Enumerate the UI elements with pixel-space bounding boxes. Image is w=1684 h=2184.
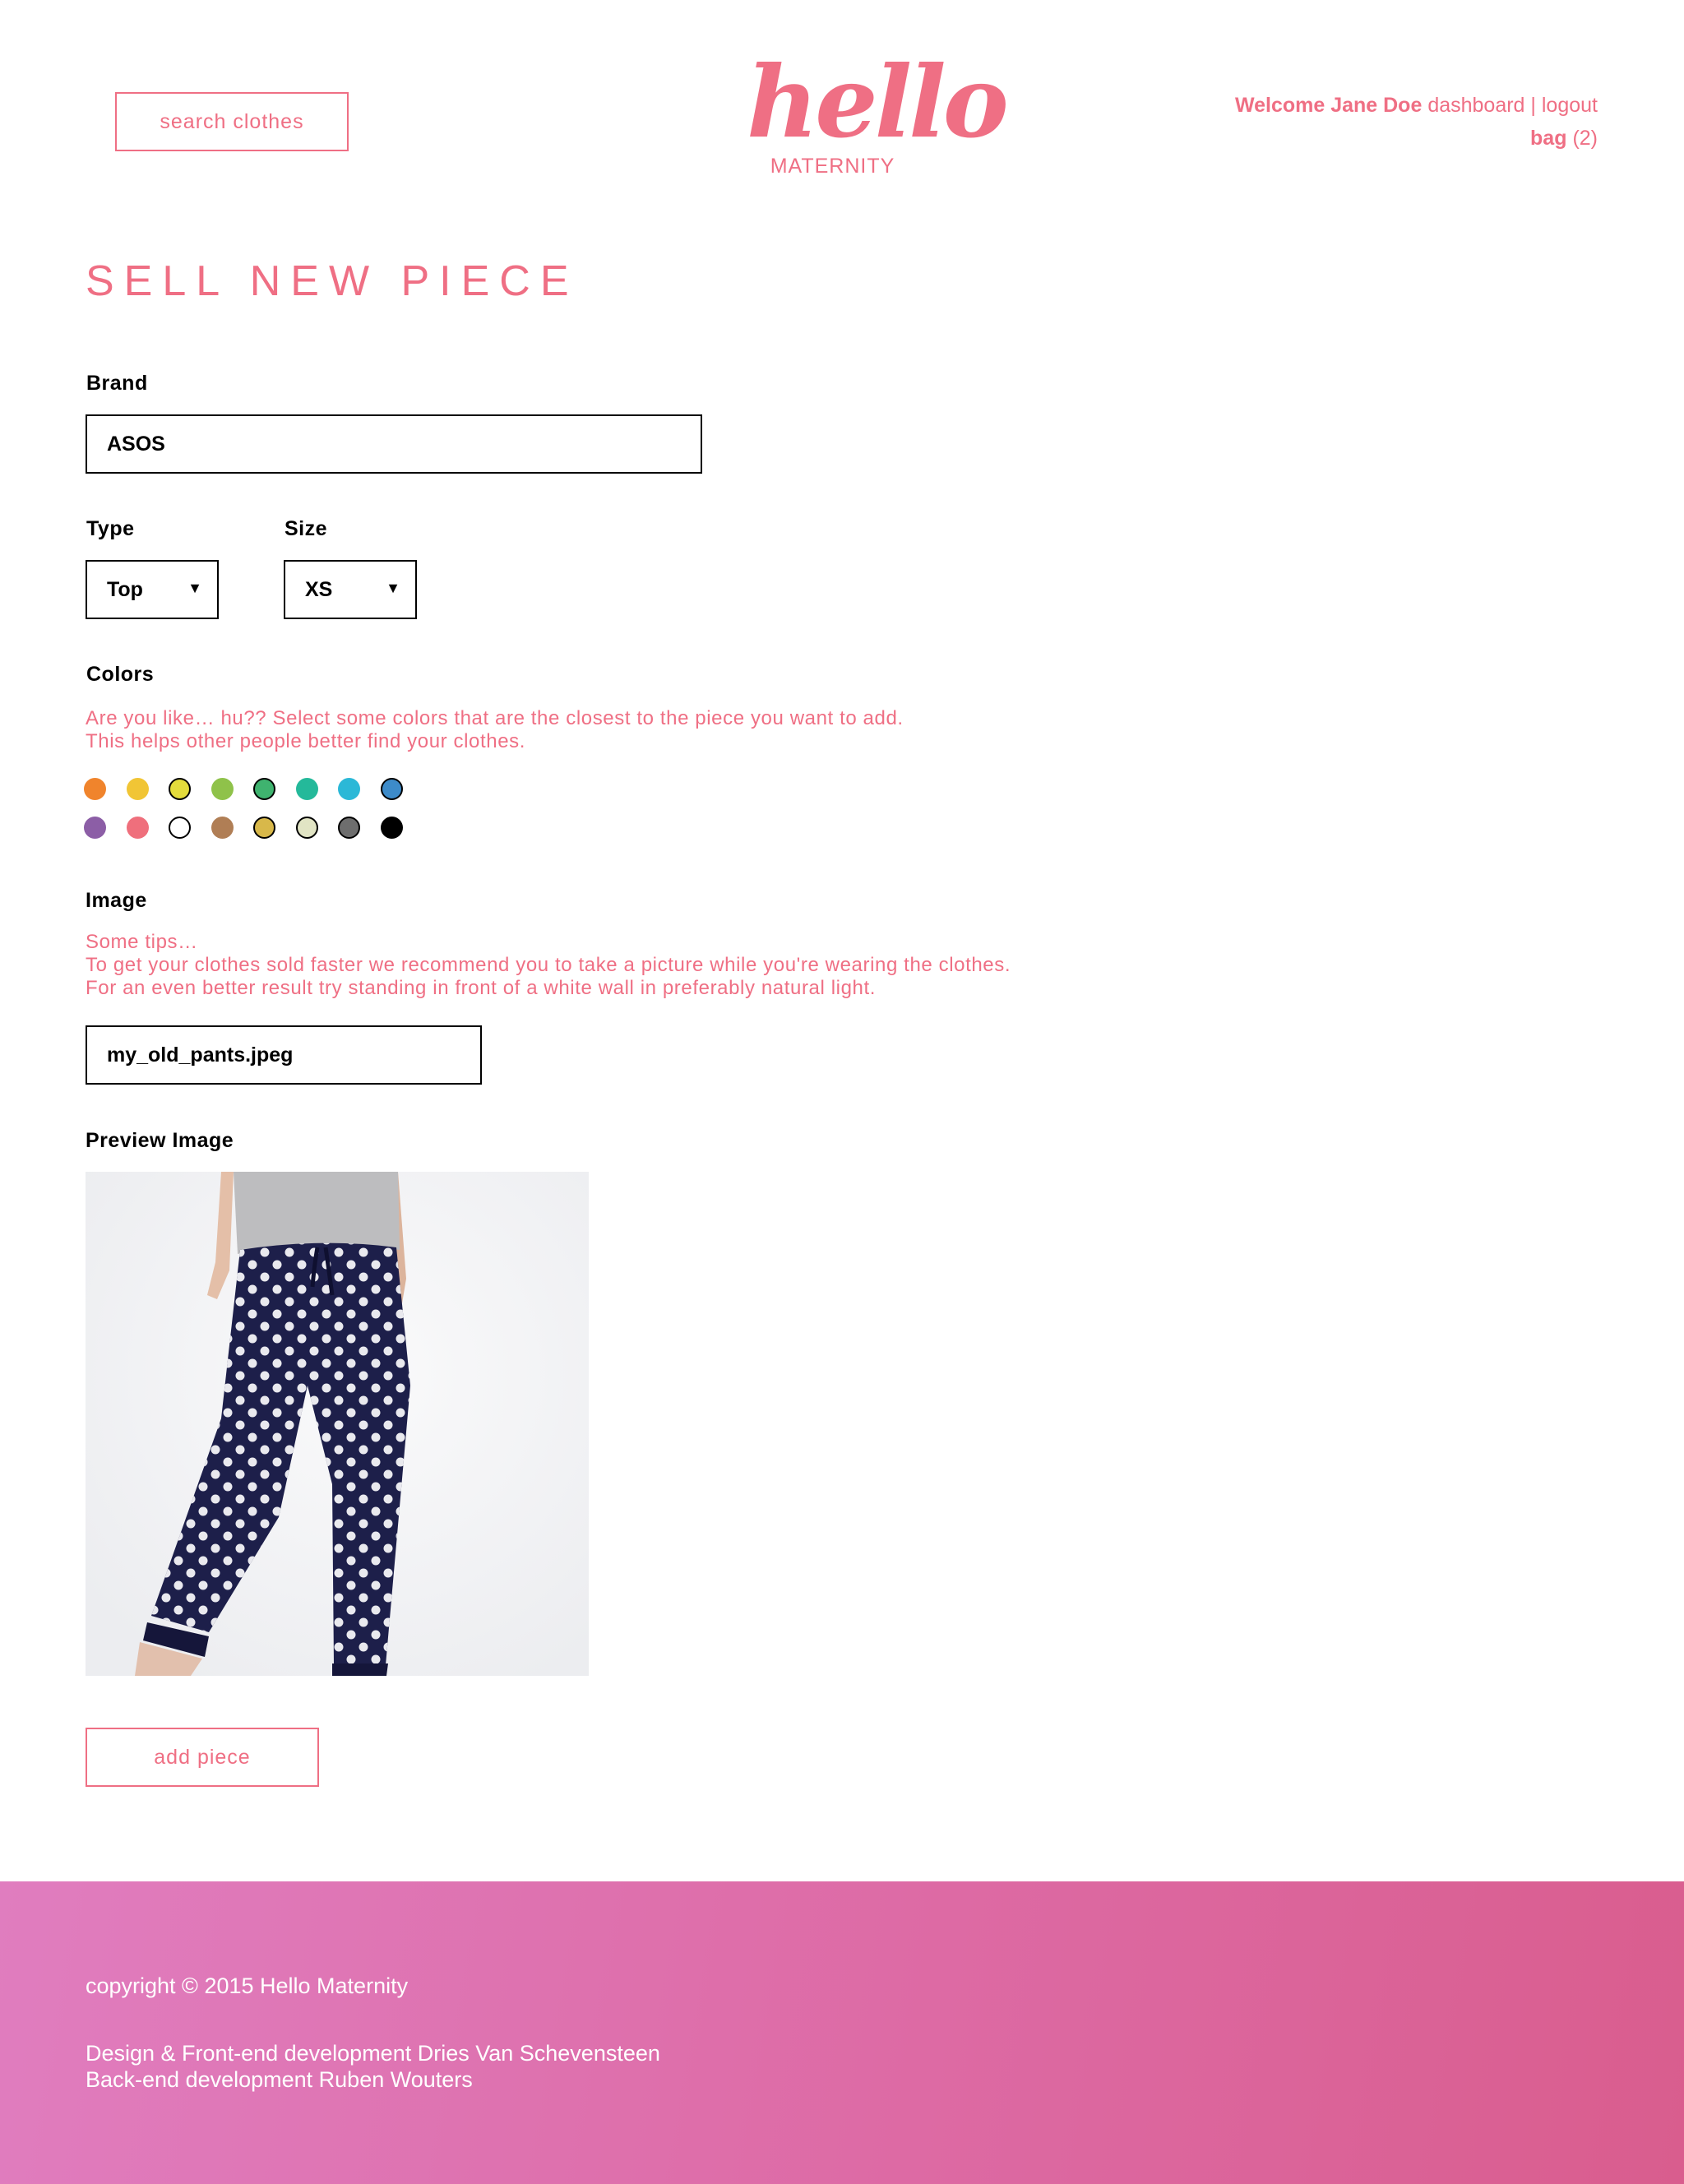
color-swatch[interactable] [169,817,191,839]
brand-label: Brand [86,372,148,395]
type-label: Type [86,517,135,540]
image-tips: Some tips… To get your clothes sold fast… [86,931,1011,1000]
bag-label: bag [1530,127,1567,150]
color-swatch[interactable] [84,778,106,800]
logo-word: hello [747,44,1009,160]
image-tip-line: To get your clothes sold faster we recom… [86,954,1011,976]
color-swatch[interactable] [210,817,234,839]
footer-credit-backend: Back-end development Ruben Wouters [86,2067,473,2092]
color-swatch[interactable] [253,817,275,839]
color-swatch[interactable] [169,778,191,800]
brand-input[interactable]: ASOS [86,414,702,474]
bag-count: (2) [1572,127,1598,150]
size-label: Size [285,517,328,540]
image-file-input[interactable]: my_old_pants.jpeg [86,1025,482,1085]
menu-separator: | [1530,94,1536,117]
color-swatch[interactable] [253,778,275,800]
bag-link[interactable]: bag (2) [1235,122,1598,155]
type-select[interactable]: Top ▼ [86,560,219,619]
colors-help-line: Are you like… hu?? Select some colors th… [86,707,904,729]
image-label: Image [86,889,147,912]
logout-link[interactable]: logout [1542,94,1598,117]
user-menu: Welcome Jane Doe dashboard | logout bag … [1235,89,1598,155]
color-swatch[interactable] [380,778,403,800]
search-clothes-button[interactable]: search clothes [115,92,349,151]
color-swatch[interactable] [295,778,318,800]
size-value: XS [305,577,333,601]
colors-help-line: This helps other people better find your… [86,730,526,752]
dropdown-arrow-icon: ▼ [386,580,400,596]
welcome-text: Welcome Jane Doe [1234,94,1423,117]
colors-help: Are you like… hu?? Select some colors th… [86,707,904,753]
preview-image [86,1172,589,1676]
footer: copyright © 2015 Hello Maternity Design … [0,1881,1684,2184]
size-select[interactable]: XS ▼ [284,560,417,619]
color-swatch[interactable] [126,817,149,839]
color-swatch[interactable] [210,778,234,800]
page-title: SELL NEW PIECE [86,257,579,305]
logo-subtitle: MATERNITY [770,155,895,178]
dashboard-link[interactable]: dashboard [1427,94,1524,117]
footer-credit-design: Design & Front-end development Dries Van… [86,2041,660,2066]
footer-copyright: copyright © 2015 Hello Maternity [86,1973,409,1998]
color-swatch[interactable] [84,817,106,839]
image-tip-line: Some tips… [86,931,198,953]
hello-maternity-logo[interactable]: hello MATERNITY [740,49,1009,181]
color-swatch[interactable] [295,817,318,839]
add-piece-button[interactable]: add piece [86,1728,319,1787]
color-swatch[interactable] [338,778,360,800]
type-value: Top [107,577,143,601]
color-swatch[interactable] [338,817,360,839]
color-swatch[interactable] [126,778,149,800]
image-tip-line: For an even better result try standing i… [86,977,876,999]
color-swatch[interactable] [380,817,403,839]
dropdown-arrow-icon: ▼ [187,580,202,596]
colors-label: Colors [86,663,155,686]
preview-image-label: Preview Image [86,1129,234,1152]
